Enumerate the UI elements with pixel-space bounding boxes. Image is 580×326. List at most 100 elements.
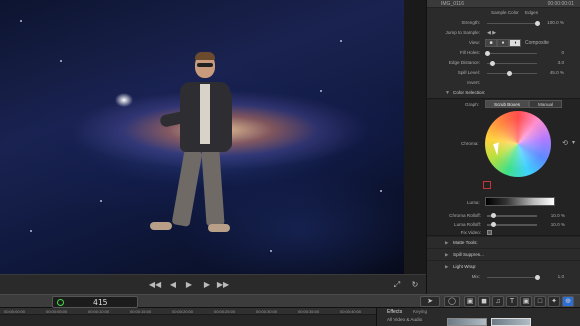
viewer-controls: ◀◀ ◀ ▶ ▶ ▶▶ ⤢ ↻ [0,274,426,294]
effect-thumbnail[interactable] [447,318,487,326]
effects-category[interactable]: All Video & Audio [387,317,422,322]
photo-icon[interactable]: ◼ [478,296,490,307]
person-shoe [150,222,172,230]
view-original-icon[interactable]: ● [497,39,509,47]
ruler-mark: 00:00:20:00 [172,309,194,314]
mix-knob[interactable] [535,274,540,280]
spill-level-slider[interactable] [487,72,537,74]
ruler-mark: 00:00:30:00 [256,309,278,314]
person-hair [195,52,215,60]
disclosure-open-icon[interactable]: ▼ [445,88,450,98]
chroma-label: Chroma: [461,141,479,146]
ruler-mark: 00:00:35:00 [298,309,320,314]
invert-label: Invert: [467,80,480,85]
jump-arrows-icon[interactable]: ◀ ▶ [487,28,496,38]
edges-label[interactable]: Edges [525,8,538,18]
luma-label: Luma: [467,200,480,205]
timecode-value: 415 [93,298,108,307]
chroma-rolloff-knob[interactable] [491,213,496,218]
color-selection-header[interactable]: ▼ Color Selection: [427,88,580,98]
tab-scrub-boxes[interactable]: Scrub Boxes [485,100,530,108]
music-icon[interactable]: ♫ [492,296,504,307]
reset-icon[interactable]: ⟲ [562,139,568,147]
clip-name: IMG_0116 [441,1,464,7]
strength-value[interactable]: 100.0 % [547,18,564,28]
graph-label: Graph: [465,102,480,107]
zoom-dropdown-icon[interactable]: ◯ [444,296,460,307]
strength-knob[interactable] [535,20,540,26]
edge-distance-knob[interactable] [490,60,495,66]
go-to-end-icon[interactable]: ▶▶ [216,279,230,291]
chroma-rolloff-value[interactable]: 10.0 % [551,211,565,220]
tab-manual[interactable]: Manual [529,100,563,108]
chroma-rolloff-row: Chroma Rolloff: 10.0 % [427,211,580,220]
mix-row: Mix: 1.0 [427,272,580,282]
luma-rolloff-knob[interactable] [491,222,496,227]
generators-icon[interactable]: ▣ [520,296,532,307]
chroma-rolloff-label: Chroma Rolloff: [449,213,481,218]
fill-holes-knob[interactable] [485,50,490,56]
view-composite-icon[interactable]: ◑ [509,39,521,47]
effects-icon[interactable]: ✦ [548,296,560,307]
spill-level-knob[interactable] [507,70,512,76]
spill-level-value[interactable]: 45.0 % [550,68,564,78]
view-matte-icon[interactable]: ■ [485,39,497,47]
transitions-icon[interactable]: ⊕ [562,296,574,307]
mix-value[interactable]: 1.0 [558,272,564,282]
go-to-start-icon[interactable]: ◀◀ [148,279,162,291]
fill-holes-value[interactable]: 0 [561,48,564,58]
fullscreen-icon[interactable]: ⤢ [390,279,404,291]
sample-color-label[interactable]: Sample Color [491,8,519,18]
section-spill-suppression[interactable]: ▶ Spill Suppres... [427,248,580,260]
edge-distance-row: Edge Distance: 3.0 [427,58,580,68]
star [20,20,22,22]
invert-row: Invert: [427,78,580,88]
jump-to-sample-row: Jump to Sample: ◀ ▶ [427,28,580,38]
person-shoe [208,224,230,232]
edge-distance-value[interactable]: 3.0 [558,58,564,68]
star [320,90,322,92]
titles-icon[interactable]: T [506,296,518,307]
ruler-mark: 00:00:40:00 [340,309,362,314]
effects-title[interactable]: Effects [387,309,402,315]
spill-level-label: Spill Level: [457,70,480,75]
fix-video-checkbox[interactable] [487,230,492,235]
loop-icon[interactable]: ↻ [408,279,422,291]
timeline-ruler[interactable]: 00:00:00:00 00:00:05:00 00:00:10:00 00:0… [0,308,376,315]
person-leg [201,149,225,227]
star [100,200,102,202]
inspector-toggle-icon[interactable]: ▣ [464,296,476,307]
star [60,60,62,62]
luma-gradient[interactable] [485,197,555,206]
ruler-mark: 00:00:00:00 [4,309,26,314]
ruler-mark: 00:00:15:00 [130,309,152,314]
mix-label: Mix: [471,274,480,279]
person-leg [171,149,203,227]
play-icon[interactable]: ▶ [182,279,196,291]
select-tool-icon[interactable]: ➤ [420,296,440,307]
effect-thumbnail-selected[interactable] [491,318,531,326]
viewer[interactable] [0,0,404,274]
timeline[interactable]: 00:00:00:00 00:00:05:00 00:00:10:00 00:0… [0,308,376,326]
chroma-color-wheel[interactable] [485,111,551,177]
strength-slider[interactable] [487,22,537,24]
color-selection-title: Color Selection: [453,90,486,95]
keyed-person [150,52,232,237]
star [30,230,32,232]
timecode-display[interactable]: 415 [52,296,138,308]
view-segmented-control: ■ ● ◑ Composite [485,39,549,47]
next-frame-icon[interactable]: ▶ [200,279,214,291]
keying-label[interactable]: Keying [413,309,427,314]
fill-holes-row: Fill Holes: 0 [427,48,580,58]
previous-frame-icon[interactable]: ◀ [166,279,180,291]
sample-edges-row: Sample Color Edges [427,8,580,18]
sample-color-swatch-icon[interactable] [483,181,491,189]
fill-holes-slider[interactable] [487,52,537,54]
mix-slider[interactable] [487,276,537,278]
themes-icon[interactable]: □ [534,296,546,307]
main-toolbar: 415 ➤ ◯ ▣ ◼ ♫ T ▣ □ ✦ ⊕ [0,294,580,308]
chevron-down-icon[interactable]: ▾ [572,139,575,146]
view-row: View: ■ ● ◑ Composite [427,38,580,48]
section-matte-tools[interactable]: ▶ Matte Tools: [427,236,580,248]
section-light-wrap[interactable]: ▶ Light Wrap: [427,260,580,272]
